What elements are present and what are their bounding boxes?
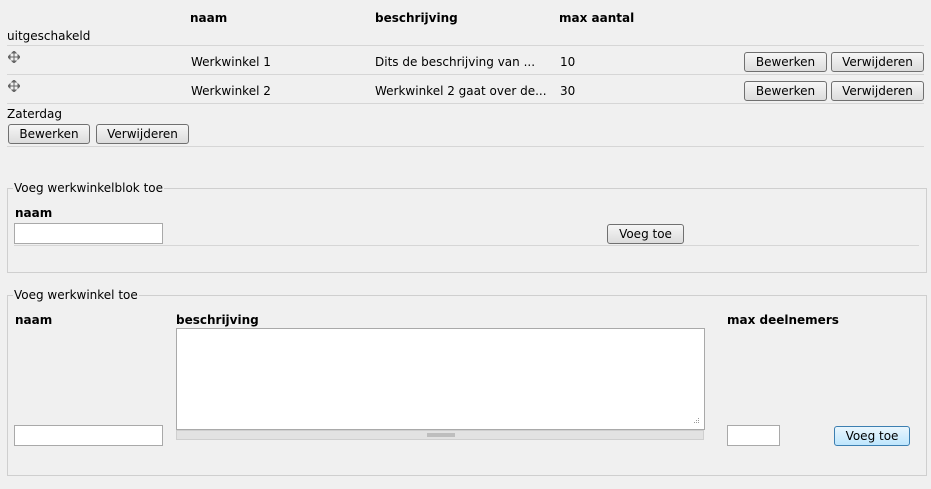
edit-button[interactable]: Bewerken <box>744 81 827 101</box>
workshop-beschrijving-textarea[interactable] <box>176 328 705 430</box>
divider <box>7 146 924 147</box>
divider <box>7 103 924 104</box>
delete-group-button[interactable]: Verwijderen <box>96 124 189 144</box>
divider <box>14 245 919 246</box>
divider <box>7 74 924 75</box>
workshop-beschrijving-label: beschrijving <box>176 313 259 327</box>
block-naam-label: naam <box>15 206 53 220</box>
row-naam: Werkwinkel 2 <box>191 84 271 98</box>
textarea-resize-bar[interactable] <box>176 430 704 440</box>
block-naam-input[interactable] <box>14 223 163 244</box>
move-handle-icon[interactable] <box>8 80 20 92</box>
resize-grip-icon[interactable] <box>690 416 700 426</box>
col-header-max-aantal: max aantal <box>559 11 635 25</box>
add-workshop-button[interactable]: Voeg toe <box>834 426 910 446</box>
drag-grip-icon <box>427 433 455 437</box>
delete-button[interactable]: Verwijderen <box>831 52 924 72</box>
add-block-button[interactable]: Voeg toe <box>607 224 684 244</box>
workshop-max-label: max deelnemers <box>727 313 839 327</box>
row-beschrijving: Werkwinkel 2 gaat over de... <box>375 84 547 98</box>
workshop-naam-input[interactable] <box>14 425 163 446</box>
row-beschrijving: Dits de beschrijving van ... <box>375 55 536 69</box>
col-header-naam: naam <box>190 11 228 25</box>
edit-button[interactable]: Bewerken <box>744 52 827 72</box>
row-max: 30 <box>560 84 576 98</box>
row-naam: Werkwinkel 1 <box>191 55 271 69</box>
delete-button[interactable]: Verwijderen <box>831 81 924 101</box>
add-workshop-legend: Voeg werkwinkel toe <box>14 288 138 302</box>
workshop-max-input[interactable] <box>727 425 780 446</box>
workshop-naam-label: naam <box>15 313 53 327</box>
group-label-zaterdag: Zaterdag <box>7 107 62 121</box>
group-label-uitgeschakeld: uitgeschakeld <box>7 29 91 43</box>
row-max: 10 <box>560 55 576 69</box>
move-handle-icon[interactable] <box>8 51 20 63</box>
divider <box>7 45 924 46</box>
add-block-legend: Voeg werkwinkelblok toe <box>14 181 163 195</box>
col-header-beschrijving: beschrijving <box>375 11 458 25</box>
edit-group-button[interactable]: Bewerken <box>8 124 90 144</box>
